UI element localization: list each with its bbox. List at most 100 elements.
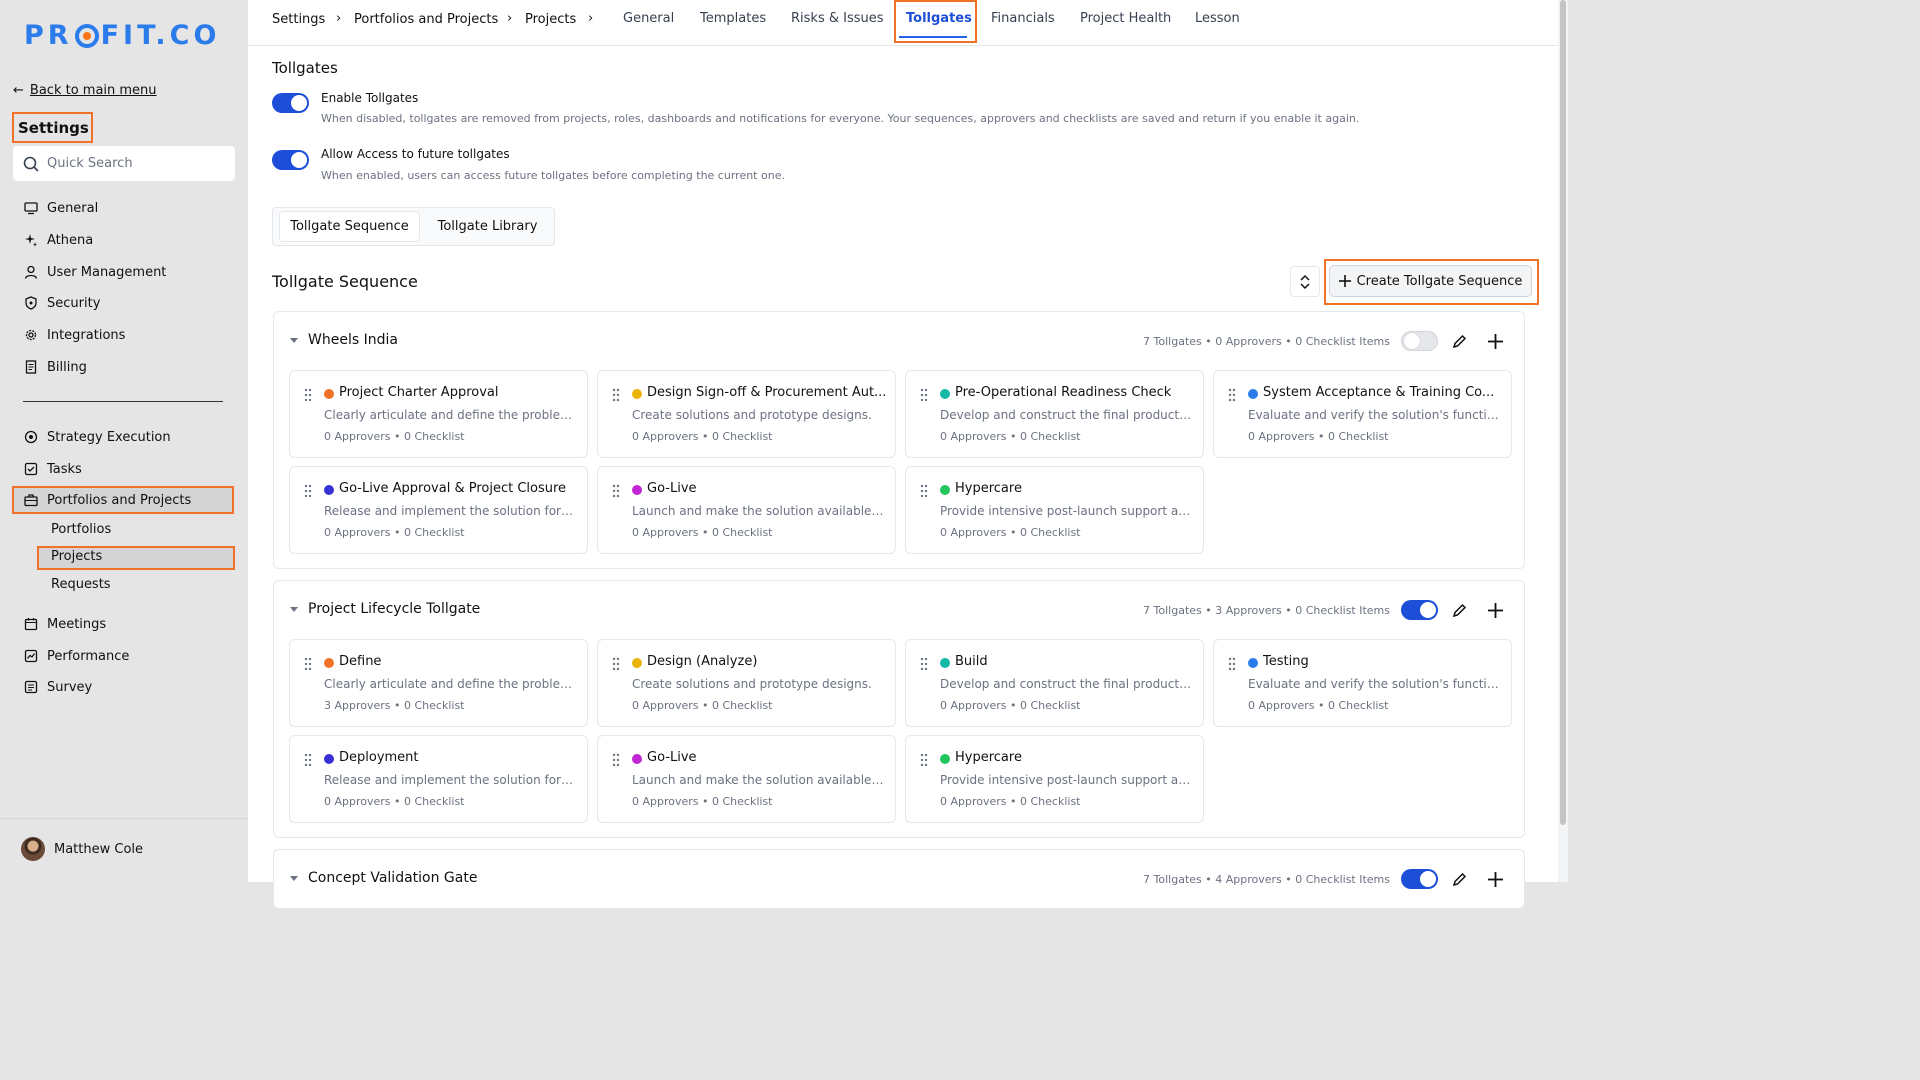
tollgate-card[interactable]: Design (Analyze) Create solutions and pr…	[597, 639, 896, 727]
tab-project-health[interactable]: Project Health	[1080, 11, 1171, 26]
edit-sequence-button[interactable]	[1446, 597, 1472, 623]
tollgate-name: Deployment	[339, 750, 419, 765]
tollgate-card[interactable]: System Acceptance & Training Co... Evalu…	[1213, 370, 1512, 458]
add-tollgate-button[interactable]	[1482, 328, 1508, 354]
tollgate-card[interactable]: Design Sign-off & Procurement Aut... Cre…	[597, 370, 896, 458]
drag-handle-icon[interactable]	[304, 484, 312, 498]
drag-handle-icon[interactable]	[1228, 388, 1236, 402]
sidebar-subitem-requests[interactable]: Requests	[51, 577, 111, 592]
user-name: Matthew Cole	[54, 841, 144, 857]
tollgate-stats: 0 Approvers • 0 Checklist	[632, 699, 773, 712]
sidebar-item-general[interactable]: General	[24, 196, 98, 220]
sidebar-item-user-management[interactable]: User Management	[24, 260, 166, 284]
sidebar-item-tasks[interactable]: Tasks	[24, 457, 82, 481]
tollgate-card[interactable]: Define Clearly articulate and define the…	[289, 639, 588, 727]
tollgate-card[interactable]: Hypercare Provide intensive post-launch …	[905, 735, 1204, 823]
status-dot	[940, 389, 950, 399]
tollgate-description: Release and implement the solution for e…	[324, 773, 576, 787]
drag-handle-icon[interactable]	[304, 657, 312, 671]
tollgate-card[interactable]: Build Develop and construct the final pr…	[905, 639, 1204, 727]
status-dot	[632, 389, 642, 399]
sidebar-subitem-projects[interactable]: Projects	[51, 549, 102, 564]
tollgate-card[interactable]: Deployment Release and implement the sol…	[289, 735, 588, 823]
tollgate-name: Hypercare	[955, 750, 1022, 765]
drag-handle-icon[interactable]	[1228, 657, 1236, 671]
breadcrumb-settings[interactable]: Settings	[272, 12, 325, 27]
tab-tollgates[interactable]: Tollgates	[906, 11, 972, 26]
tollgate-card[interactable]: Go-Live Approval & Project Closure Relea…	[289, 466, 588, 554]
tollgate-card[interactable]: Project Charter Approval Clearly articul…	[289, 370, 588, 458]
sequence-enabled-toggle[interactable]	[1401, 869, 1438, 889]
tollgate-card[interactable]: Go-Live Launch and make the solution ava…	[597, 735, 896, 823]
target-icon	[24, 430, 38, 444]
sidebar-subitem-portfolios[interactable]: Portfolios	[51, 522, 111, 537]
sidebar-item-performance[interactable]: Performance	[24, 644, 129, 668]
segment-tollgate-library[interactable]: Tollgate Library	[425, 211, 550, 242]
profitco-logo[interactable]: PR FIT.CO	[24, 20, 220, 51]
drag-handle-icon[interactable]	[920, 753, 928, 767]
tollgate-card[interactable]: Testing Evaluate and verify the solution…	[1213, 639, 1512, 727]
drag-handle-icon[interactable]	[920, 657, 928, 671]
sidebar-item-integrations[interactable]: Integrations	[24, 323, 125, 347]
chart-icon	[24, 649, 38, 663]
segment-tollgate-sequence[interactable]: Tollgate Sequence	[279, 211, 420, 242]
sidebar-item-survey[interactable]: Survey	[24, 675, 92, 699]
tab-lesson[interactable]: Lesson	[1195, 11, 1240, 26]
scrollbar-thumb[interactable]	[1560, 0, 1566, 825]
tollgate-card[interactable]: Hypercare Provide intensive post-launch …	[905, 466, 1204, 554]
sidebar-item-security[interactable]: Security	[24, 291, 100, 315]
sort-button[interactable]	[1290, 266, 1320, 297]
drag-handle-icon[interactable]	[920, 484, 928, 498]
sidebar-item-billing[interactable]: Billing	[24, 355, 87, 379]
sequence-header[interactable]: Wheels India	[290, 332, 398, 348]
breadcrumb-projects[interactable]: Projects	[525, 12, 576, 27]
tab-general[interactable]: General	[623, 11, 674, 26]
enable-tollgates-toggle[interactable]	[272, 93, 309, 113]
edit-sequence-button[interactable]	[1446, 866, 1472, 892]
future-tollgates-toggle[interactable]	[272, 150, 309, 170]
pencil-icon	[1452, 334, 1466, 348]
sidebar-item-meetings[interactable]: Meetings	[24, 612, 106, 636]
drag-handle-icon[interactable]	[920, 388, 928, 402]
sidebar-item-portfolios-and-projects[interactable]: Portfolios and Projects	[24, 488, 191, 512]
quick-search[interactable]	[13, 146, 235, 181]
add-tollgate-button[interactable]	[1482, 597, 1508, 623]
drag-handle-icon[interactable]	[612, 753, 620, 767]
future-tollgates-description: When enabled, users can access future to…	[321, 169, 785, 182]
sequence-enabled-toggle[interactable]	[1401, 600, 1438, 620]
sequence-enabled-toggle[interactable]	[1401, 331, 1438, 351]
tollgate-name: Define	[339, 654, 382, 669]
tollgate-description: Evaluate and verify the solution's funct…	[1248, 408, 1500, 422]
edit-sequence-button[interactable]	[1446, 328, 1472, 354]
pencil-icon	[1452, 872, 1466, 886]
drag-handle-icon[interactable]	[612, 484, 620, 498]
sidebar-footer-divider	[0, 818, 247, 819]
caret-down-icon	[290, 337, 298, 343]
sidebar-item-strategy-execution[interactable]: Strategy Execution	[24, 425, 171, 449]
back-to-main-menu-link[interactable]: ← Back to main menu	[13, 83, 157, 98]
drag-handle-icon[interactable]	[612, 657, 620, 671]
sidebar-item-athena[interactable]: Athena	[24, 228, 93, 252]
breadcrumb-portfolios-and-projects[interactable]: Portfolios and Projects	[354, 12, 498, 27]
add-tollgate-button[interactable]	[1482, 866, 1508, 892]
drag-handle-icon[interactable]	[304, 753, 312, 767]
tab-templates[interactable]: Templates	[700, 11, 766, 26]
page-scrollbar[interactable]	[1558, 0, 1568, 882]
sidebar-item-label: Portfolios and Projects	[47, 492, 192, 508]
tab-risks-issues[interactable]: Risks & Issues	[791, 11, 884, 26]
tab-financials[interactable]: Financials	[991, 11, 1055, 26]
create-tollgate-sequence-button[interactable]: Create Tollgate Sequence	[1329, 265, 1532, 297]
sequence-header[interactable]: Concept Validation Gate	[290, 870, 477, 886]
tollgate-card[interactable]: Go-Live Launch and make the solution ava…	[597, 466, 896, 554]
user-profile[interactable]: Matthew Cole	[21, 837, 143, 861]
drag-handle-icon[interactable]	[612, 388, 620, 402]
sequence-name: Concept Validation Gate	[308, 870, 478, 886]
status-dot	[324, 485, 334, 495]
sidebar-item-label: Tasks	[47, 461, 82, 477]
sidebar-item-label: Performance	[47, 648, 130, 664]
quick-search-input[interactable]	[47, 156, 217, 171]
tollgate-card[interactable]: Pre-Operational Readiness Check Develop …	[905, 370, 1204, 458]
sequence-header[interactable]: Project Lifecycle Tollgate	[290, 601, 480, 617]
drag-handle-icon[interactable]	[304, 388, 312, 402]
tollgate-name: Testing	[1263, 654, 1309, 669]
